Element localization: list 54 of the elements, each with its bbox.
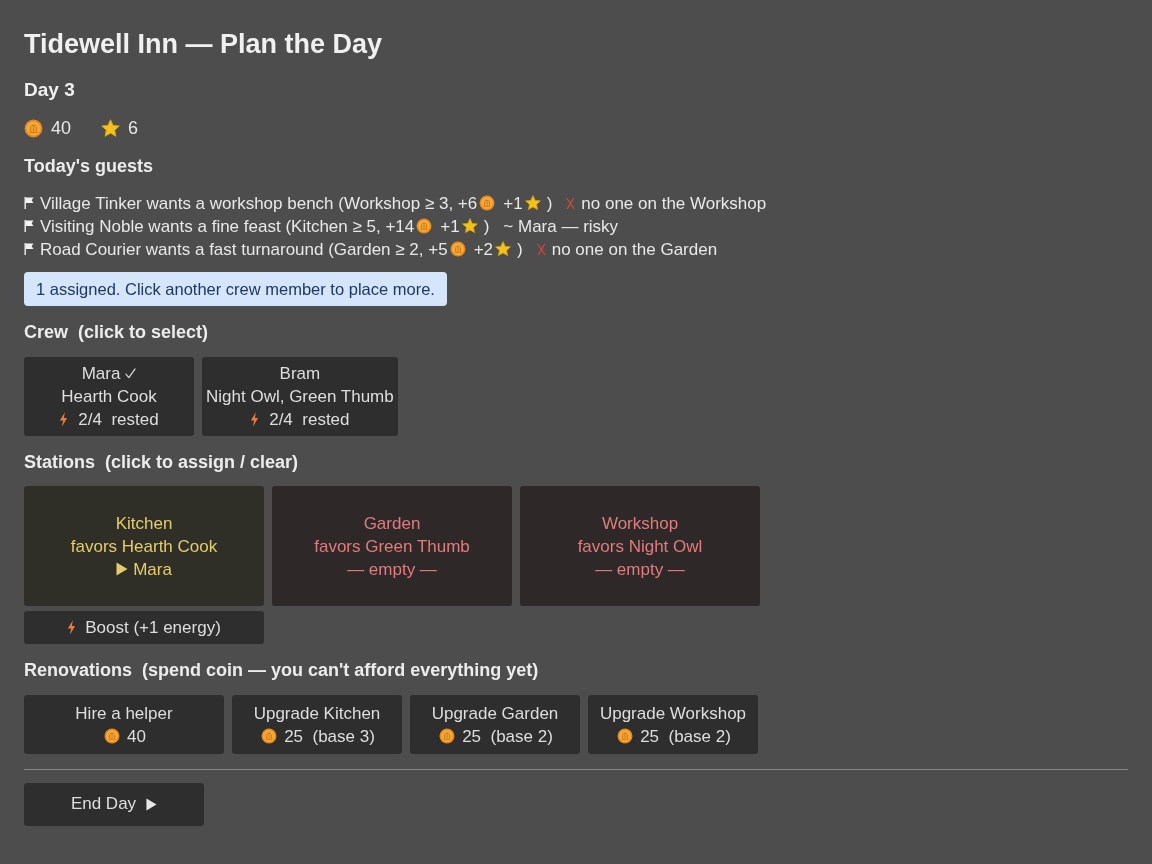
guest-request: Visiting Noble wants a fine feast (Kitchen ≥ 5, +14 (40, 215, 415, 238)
closing-paren: ) (517, 238, 523, 261)
coin-icon (617, 728, 634, 744)
day-label: Day 3 (24, 78, 76, 102)
coin-icon (479, 195, 496, 211)
section-heading: Crew (click to select) (24, 321, 210, 344)
station-card[interactable]: Kitchen favors Hearth Cook Mara (24, 486, 264, 606)
coin-icon (416, 218, 433, 234)
renovation-button[interactable]: Upgrade Kitchen 25 (base 3) (232, 695, 402, 754)
play-icon (146, 797, 158, 811)
star-icon (461, 218, 478, 234)
end-day-button[interactable]: End Day (24, 782, 204, 826)
star-count: 6 (128, 117, 139, 140)
star-reward: +1 (503, 192, 523, 215)
page-title: Tidewell Inn — Plan the Day (24, 28, 384, 61)
section-heading: Today's guests (24, 155, 154, 178)
guest-status: ~ Mara — risky (503, 215, 619, 238)
guest-status: no one on the Garden (551, 238, 718, 261)
coin-icon (261, 728, 278, 744)
info-banner: 1 assigned. Click another crew member to place more. (24, 272, 447, 306)
star-reward: +2 (473, 238, 494, 261)
guest-status: no one on the Workshop (581, 192, 767, 215)
renovation-button[interactable]: Upgrade Garden 25 (base 2) (410, 695, 580, 754)
lightning-icon (250, 412, 260, 427)
lightning-icon (67, 620, 77, 635)
star-icon (495, 241, 512, 257)
flag-icon (24, 243, 34, 255)
station-card[interactable]: Workshop favors Night Owl — empty — (520, 486, 760, 606)
crew-card[interactable]: Mara Hearth Cook 2/4 rested (24, 357, 194, 436)
closing-paren: ) (483, 215, 490, 238)
section-heading: Renovations (spend coin — you can't afford everything yet) (24, 659, 540, 682)
renovation-button[interactable]: Hire a helper 40 (24, 695, 224, 754)
guest-request: Village Tinker wants a workshop bench (Workshop ≥ 3, +6 (40, 192, 478, 215)
section-heading: Stations (click to assign / clear) (24, 451, 300, 474)
renovation-button[interactable]: Upgrade Workshop 25 (base 2) (588, 695, 758, 754)
coin-icon (24, 118, 43, 138)
star-icon (524, 195, 541, 211)
coin-icon (449, 241, 466, 257)
guest-request: Road Courier wants a fast turnaround (Garden ≥ 2, +5 (40, 238, 448, 261)
cross-icon (536, 242, 546, 256)
cross-icon (566, 196, 576, 210)
flag-icon (24, 197, 34, 209)
coin-icon (439, 728, 456, 744)
coin-count: 40 (51, 117, 72, 140)
flag-icon (24, 220, 34, 232)
play-icon (116, 562, 129, 576)
crew-card[interactable]: Bram Night Owl, Green Thumb 2/4 rested (202, 357, 398, 436)
coin-icon (104, 728, 121, 744)
closing-paren: ) (546, 192, 553, 215)
boost-button[interactable]: Boost (+1 energy) (24, 611, 264, 644)
lightning-icon (59, 412, 69, 427)
star-reward: +1 (440, 215, 460, 238)
station-card[interactable]: Garden favors Green Thumb — empty — (272, 486, 512, 606)
star-icon (101, 118, 121, 138)
